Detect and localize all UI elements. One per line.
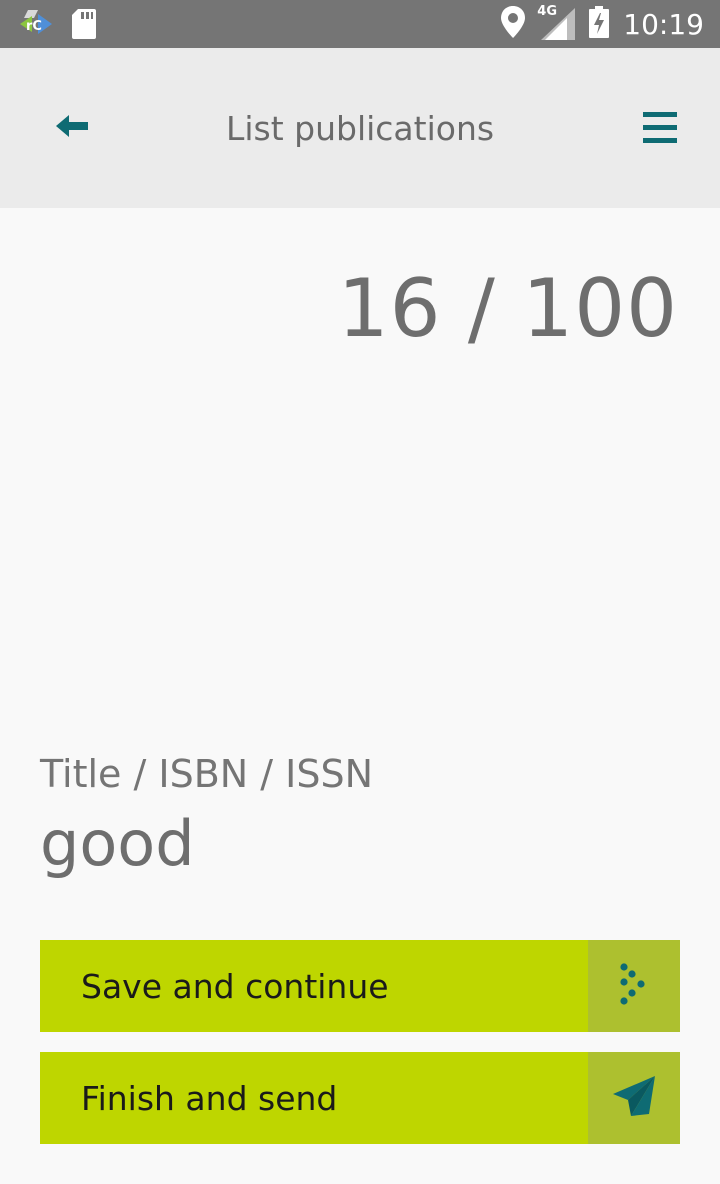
menu-button[interactable] <box>636 108 684 150</box>
back-button[interactable] <box>50 108 94 148</box>
finish-and-send-label: Finish and send <box>81 1079 338 1118</box>
back-arrow-icon <box>56 114 88 142</box>
send-icon-box <box>588 1052 680 1144</box>
title-isbn-issn-value[interactable]: good <box>40 807 195 880</box>
save-and-continue-label: Save and continue <box>81 967 389 1006</box>
app-bar: List publications <box>0 48 720 208</box>
app-notification-icon: rC <box>18 8 54 44</box>
status-time: 10:19 <box>623 7 704 41</box>
network-type: 4G <box>537 4 558 19</box>
title-isbn-issn-label: Title / ISBN / ISSN <box>40 752 374 796</box>
status-left-icons: rC <box>18 8 96 44</box>
battery-charging-icon <box>589 6 610 42</box>
location-pin-icon <box>501 6 526 42</box>
status-right-icons: 4G 10:19 <box>501 0 704 48</box>
dots-arrow-icon <box>619 962 649 1010</box>
svg-text:rC: rC <box>26 19 42 34</box>
paper-plane-icon <box>611 1074 657 1122</box>
finish-and-send-button[interactable]: Finish and send <box>40 1052 680 1144</box>
status-bar: rC 4G 10:19 <box>0 0 720 48</box>
page-title: List publications <box>225 109 495 148</box>
sd-card-icon <box>72 9 96 43</box>
cell-signal-icon: 4G <box>537 4 577 44</box>
publication-counter: 16 / 100 <box>337 262 678 355</box>
save-icon-box <box>588 940 680 1032</box>
save-and-continue-button[interactable]: Save and continue <box>40 940 680 1032</box>
